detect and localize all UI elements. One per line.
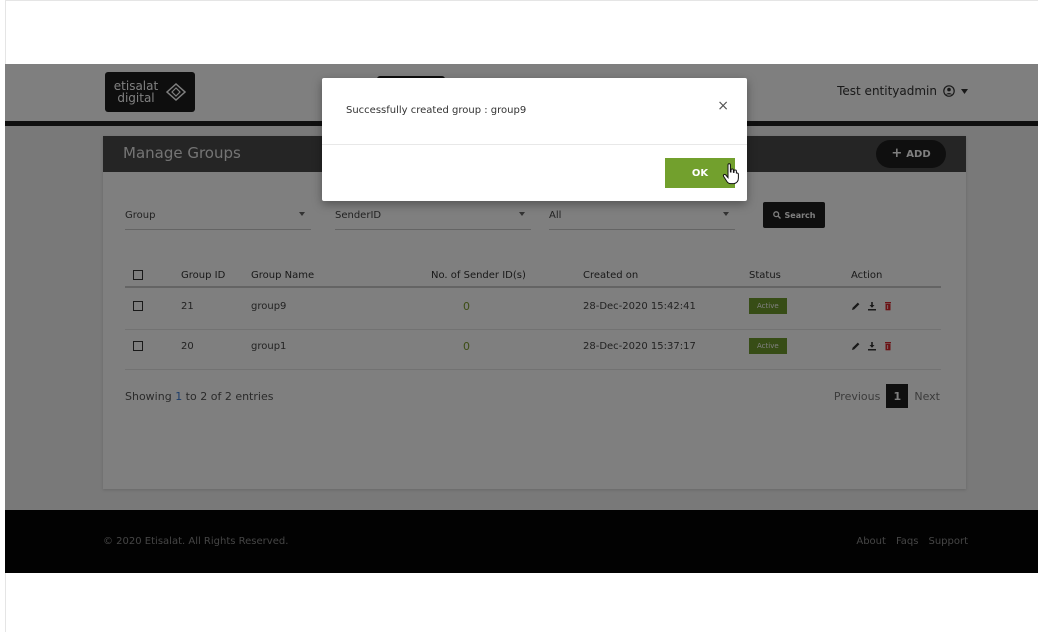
hand-pointer-cursor-icon (722, 163, 739, 185)
dialog-message: Successfully created group : group9 (346, 105, 527, 116)
dialog-divider (322, 144, 747, 145)
close-icon[interactable]: × (717, 98, 729, 114)
success-dialog: Successfully created group : group9 × OK (322, 78, 747, 201)
